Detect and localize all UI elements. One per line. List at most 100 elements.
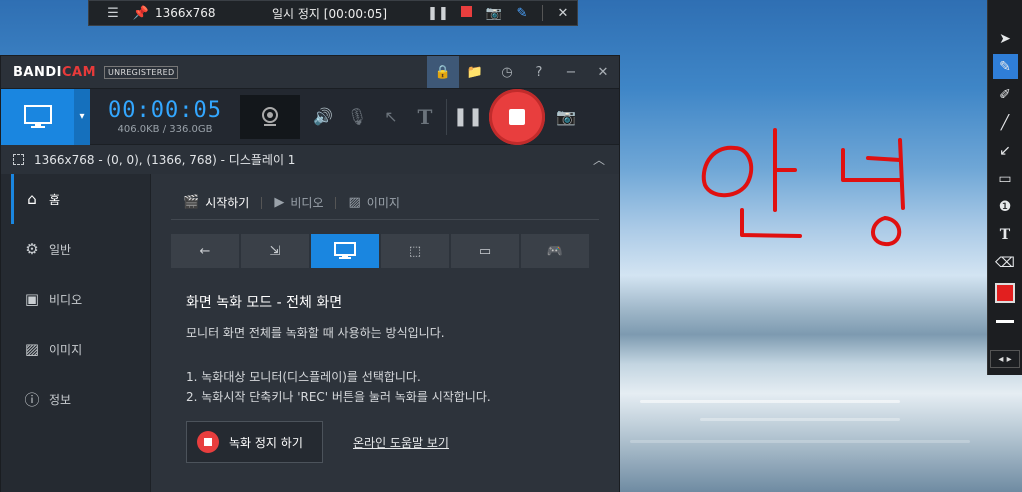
stop-icon[interactable]	[452, 5, 480, 21]
menu-icon[interactable]: ☰	[99, 6, 127, 21]
sidebar-item-label: 정보	[49, 392, 72, 407]
bandicam-window: BANDICAM UNREGISTERED 🔒 📁 ◷ ? − ✕ ▾ 00:0…	[0, 55, 620, 492]
pen-icon[interactable]: ✎	[992, 54, 1018, 79]
highlighter-icon[interactable]: ✐	[993, 82, 1018, 107]
divider	[446, 98, 447, 135]
gamepad-icon[interactable]: 🎮	[521, 234, 589, 268]
file-size: 406.0KB / 336.0GB	[117, 124, 213, 135]
arrow-icon[interactable]: ↙	[993, 138, 1018, 163]
screen-mode-button[interactable]	[1, 88, 74, 145]
drawing-stroke	[701, 145, 754, 198]
sidebar-item-label: 일반	[49, 242, 72, 257]
chevron-down-icon[interactable]: ▾	[74, 88, 90, 145]
pause-button[interactable]: ❚❚	[451, 95, 485, 139]
webcam-icon[interactable]	[240, 94, 300, 139]
line-thickness-icon[interactable]	[994, 309, 1016, 334]
text-icon[interactable]: T	[408, 95, 442, 139]
numbering-icon[interactable]: ❶	[993, 194, 1018, 219]
rectangle-icon[interactable]: ▭	[993, 166, 1018, 191]
stop-recording-button[interactable]: 녹화 정지 하기	[186, 421, 323, 463]
area-select-icon[interactable]	[13, 154, 24, 165]
sidebar-item-label: 비디오	[49, 292, 83, 307]
lock-icon[interactable]: 🔒	[427, 56, 459, 88]
drawing-palette: ➤ ✎ ✐ ╱ ↙ ▭ ❶ T ⌫ ◂ ▸	[987, 0, 1022, 375]
cursor-click-icon[interactable]: ↖	[374, 95, 408, 139]
sidebar-item-home[interactable]: ⌂ 홈	[1, 174, 150, 224]
video-icon: ▣	[24, 290, 40, 308]
app-logo: BANDICAM	[13, 64, 97, 80]
cursor-icon[interactable]: ➤	[993, 26, 1018, 51]
info-icon: ⓘ	[24, 390, 40, 409]
tab-image[interactable]: ▨ 이미지	[336, 194, 411, 211]
mode-description: 화면 녹화 모드 - 전체 화면 모니터 화면 전체를 녹화할 때 사용하는 방…	[171, 292, 599, 463]
capture-bar: ☰ 📌 1366x768 일시 정지 [00:00:05] ❚❚ 📷 ✎ ✕	[88, 0, 578, 26]
speaker-icon[interactable]: 🔊	[306, 95, 340, 139]
tab-video[interactable]: ▶ 비디오	[262, 194, 335, 211]
eraser-icon[interactable]: ⌫	[993, 250, 1018, 275]
desktop-streak	[700, 418, 900, 421]
sidebar-item-image[interactable]: ▨ 이미지	[1, 324, 150, 374]
divider	[542, 5, 543, 21]
mode-steps: 1. 녹화대상 모니터(디스플레이)를 선택합니다. 2. 녹화시작 단축키나 …	[186, 367, 599, 407]
microphone-icon[interactable]: 🎙	[340, 95, 374, 139]
sidebar-item-general[interactable]: ⚙ 일반	[1, 224, 150, 274]
capture-status: 일시 정지 [00:00:05]	[271, 6, 388, 21]
timer-value: 00:00:05	[108, 98, 222, 123]
camera-icon[interactable]: 📷	[480, 6, 508, 21]
screenshot-icon[interactable]: 📷	[549, 95, 583, 139]
close-icon[interactable]: ✕	[587, 56, 619, 88]
desktop-streak	[640, 400, 900, 403]
tab-label: 시작하기	[205, 196, 250, 210]
main-toolbar: ▾ 00:00:05 406.0KB / 336.0GB 🔊 🎙 ↖ T ❚❚ …	[1, 88, 619, 145]
close-icon[interactable]: ✕	[549, 6, 577, 21]
drawing-stroke	[866, 156, 902, 162]
main-panel: 🎬 시작하기 ▶ 비디오 ▨ 이미지 ← ⇲ ⬚ ▭ 🎮 화면 녹화 모드 - 전체 …	[151, 174, 619, 492]
clapperboard-icon: 🎬	[183, 195, 200, 210]
help-icon[interactable]: ?	[523, 56, 555, 88]
folder-icon[interactable]: 📁	[459, 56, 491, 88]
image-icon: ▨	[24, 340, 40, 358]
sidebar-item-label: 이미지	[49, 342, 83, 357]
drawing-stroke	[841, 148, 874, 182]
sidebar-item-label: 홈	[49, 192, 61, 207]
capture-resolution: 1366x768	[155, 6, 216, 20]
timer-display: 00:00:05 406.0KB / 336.0GB	[90, 98, 240, 135]
pin-icon[interactable]: 📌	[127, 6, 155, 21]
chevron-up-icon[interactable]: ︿	[593, 151, 605, 168]
image-icon: ▨	[348, 195, 361, 210]
stop-icon	[197, 431, 219, 453]
step-1: 1. 녹화대상 모니터(디스플레이)를 선택합니다.	[186, 370, 421, 384]
drawing-stroke	[740, 208, 802, 238]
clock-icon[interactable]: ◷	[491, 56, 523, 88]
sidebar-item-video[interactable]: ▣ 비디오	[1, 274, 150, 324]
color-swatch[interactable]	[995, 283, 1015, 303]
line-icon[interactable]: ╱	[993, 110, 1018, 135]
sidebar: ⌂ 홈 ⚙ 일반 ▣ 비디오 ▨ 이미지 ⓘ 정보	[1, 174, 151, 492]
tab-getting-started[interactable]: 🎬 시작하기	[171, 194, 261, 211]
area-info: 1366x768 - (0, 0), (1366, 768) - 디스플레이 1	[34, 153, 296, 167]
mouse-area-icon[interactable]: ⬚	[381, 234, 449, 268]
drawing-stroke	[898, 138, 905, 210]
text-icon[interactable]: T	[993, 222, 1018, 247]
fullscreen-mode-icon[interactable]	[311, 234, 379, 268]
tab-label: 이미지	[366, 196, 400, 210]
hdmi-device-icon[interactable]: ▭	[451, 234, 519, 268]
mode-selector: ← ⇲ ⬚ ▭ 🎮	[171, 234, 599, 268]
mode-summary: 모니터 화면 전체를 녹화할 때 사용하는 방식입니다.	[186, 326, 445, 340]
unregistered-badge: UNREGISTERED	[104, 65, 179, 79]
pen-icon[interactable]: ✎	[508, 6, 536, 21]
home-icon: ⌂	[27, 190, 37, 208]
stop-recording-label: 녹화 정지 하기	[229, 435, 303, 450]
pause-icon[interactable]: ❚❚	[424, 6, 452, 21]
minimize-icon[interactable]: −	[555, 56, 587, 88]
title-bar: BANDICAM UNREGISTERED 🔒 📁 ◷ ? − ✕	[1, 56, 619, 88]
record-stop-button[interactable]	[489, 88, 545, 145]
tab-bar: 🎬 시작하기 ▶ 비디오 ▨ 이미지	[171, 186, 599, 220]
rectangle-mode-icon[interactable]: ⇲	[241, 234, 309, 268]
palette-move-icon[interactable]: ◂ ▸	[990, 350, 1020, 368]
sidebar-item-info[interactable]: ⓘ 정보	[1, 374, 150, 424]
drawing-stroke	[871, 216, 902, 247]
desktop-streak	[630, 440, 970, 443]
back-arrow-icon[interactable]: ←	[171, 234, 239, 268]
online-help-link[interactable]: 온라인 도움말 보기	[353, 434, 449, 451]
